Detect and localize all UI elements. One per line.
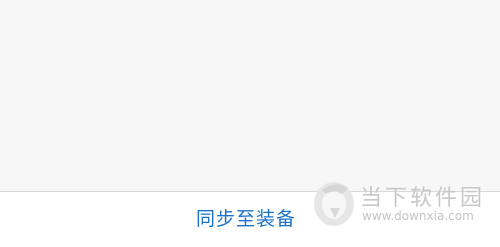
bottom-action-bar: 同步至装备 xyxy=(0,191,500,247)
content-area xyxy=(0,0,500,191)
sync-to-equipment-button[interactable]: 同步至装备 xyxy=(190,206,302,232)
